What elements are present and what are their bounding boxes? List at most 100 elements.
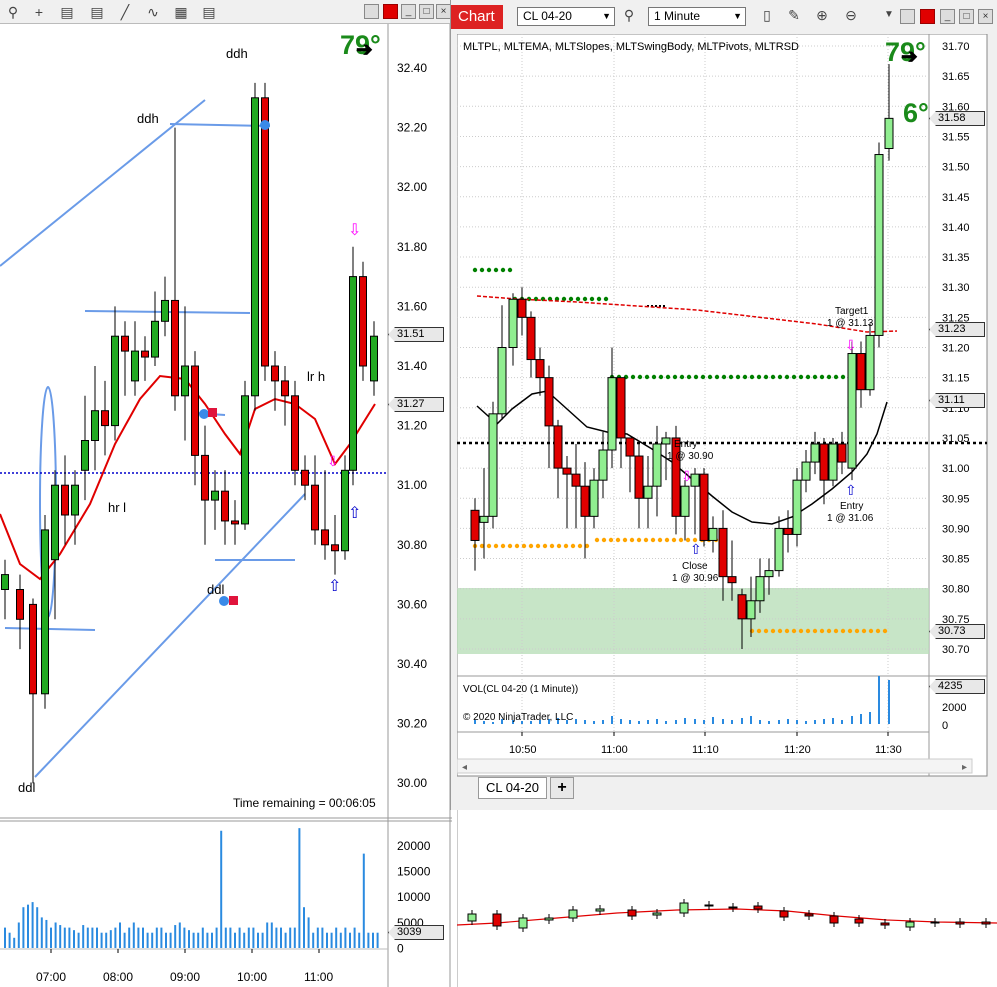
dropdown-arrow-icon[interactable]: ▼ bbox=[880, 6, 898, 24]
pivot-dot bbox=[749, 374, 755, 380]
ddh-left-label: ddh bbox=[137, 111, 159, 126]
buy-arrow-icon: ⇧ bbox=[690, 541, 702, 557]
up-candle bbox=[488, 413, 498, 517]
down-candle bbox=[580, 485, 590, 517]
add-tab-button[interactable]: + bbox=[550, 777, 574, 799]
line-draw-icon[interactable]: ╱ bbox=[116, 3, 134, 21]
bottom-right-mini-chart[interactable] bbox=[457, 810, 997, 987]
buy-arrow-icon: ⇧ bbox=[348, 505, 361, 522]
up-candle bbox=[370, 335, 378, 382]
down-candle bbox=[783, 527, 793, 535]
pivot-dot bbox=[507, 543, 513, 549]
down-candle bbox=[616, 377, 626, 439]
up-candle bbox=[251, 97, 259, 397]
chart-price-axis-label: 31.35 bbox=[942, 252, 970, 264]
sell-arrow-icon: ⇩ bbox=[845, 337, 857, 353]
chart-time-axis-label: 11:30 bbox=[875, 744, 902, 756]
ddh-top-label: ddh bbox=[226, 46, 248, 61]
down-candle bbox=[837, 443, 847, 463]
up-candle bbox=[755, 576, 765, 602]
down-candle bbox=[856, 353, 866, 391]
pivot-dot bbox=[575, 296, 581, 302]
up-candle bbox=[589, 479, 599, 517]
up-candle bbox=[764, 570, 774, 578]
down-candle bbox=[634, 455, 644, 499]
down-candle bbox=[331, 544, 339, 552]
pivot-dot bbox=[658, 374, 664, 380]
pivot-dot bbox=[791, 628, 797, 634]
up-candle bbox=[211, 490, 219, 501]
bar-type-icon[interactable]: ▯ bbox=[758, 6, 776, 24]
chart-maximize-button[interactable]: □ bbox=[959, 9, 974, 24]
scroll-icon[interactable]: ▤ bbox=[200, 3, 218, 21]
zoom-in-icon[interactable]: ⊕ bbox=[813, 6, 831, 24]
strategy-icon[interactable]: ∿ bbox=[144, 3, 162, 21]
up-candle bbox=[595, 908, 605, 912]
chart-window-plot[interactable]: 31.7031.6531.6031.5531.5031.4531.4031.35… bbox=[457, 34, 997, 779]
pivot-dot bbox=[596, 296, 602, 302]
pivot-dot bbox=[861, 628, 867, 634]
sell-arrow-icon: ⇩ bbox=[348, 222, 361, 239]
down-candle bbox=[517, 298, 527, 318]
pivot-dot bbox=[798, 628, 804, 634]
target-title: Target1 bbox=[835, 306, 869, 317]
down-candle bbox=[301, 469, 309, 486]
lr-h-label: lr h bbox=[307, 369, 326, 384]
chart-time-axis-label: 10:50 bbox=[509, 744, 537, 756]
left-link-button[interactable] bbox=[383, 4, 398, 19]
down-candle bbox=[231, 520, 239, 525]
down-candle bbox=[718, 527, 728, 578]
pivot-dot bbox=[749, 628, 755, 634]
left-close-button[interactable]: × bbox=[436, 4, 451, 19]
pivot-dot bbox=[637, 374, 643, 380]
instrument-selector[interactable]: CL 04-20 bbox=[517, 7, 615, 26]
pivot-dot bbox=[657, 537, 663, 543]
chart-price-axis-label: 30.85 bbox=[942, 554, 970, 566]
pivot-dot bbox=[479, 267, 485, 273]
pivot-dot-marker bbox=[260, 120, 270, 130]
search-icon[interactable]: ⚲ bbox=[620, 6, 638, 24]
left-minimize-button[interactable]: _ bbox=[401, 4, 416, 19]
left-maximize-button[interactable]: □ bbox=[419, 4, 434, 19]
chart-price-axis-label: 30.95 bbox=[942, 493, 970, 505]
pivot-dot bbox=[763, 374, 769, 380]
pivot-dot bbox=[791, 374, 797, 380]
up-candle bbox=[874, 154, 884, 336]
left-time-axis-label: 11:00 bbox=[304, 970, 333, 984]
up-candle bbox=[568, 909, 578, 919]
left-price-axis-label: 30.60 bbox=[397, 597, 427, 611]
up-candle bbox=[680, 485, 690, 517]
chart-link-button[interactable] bbox=[920, 9, 935, 24]
chart-price-axis-label: 30.80 bbox=[942, 584, 970, 596]
drawing-tool-icon[interactable]: ✎ bbox=[785, 6, 803, 24]
interval-selector[interactable]: 1 Minute bbox=[648, 7, 746, 26]
chart-volume-axis-label: 2000 bbox=[942, 702, 966, 714]
pivot-dot bbox=[615, 537, 621, 543]
pivot-dot bbox=[664, 537, 670, 543]
instrument-tab[interactable]: CL 04-20 bbox=[478, 777, 547, 799]
pivot-dot bbox=[854, 628, 860, 634]
pivot-dot bbox=[686, 374, 692, 380]
chart-price-axis-label: 31.00 bbox=[942, 463, 970, 475]
down-candle bbox=[535, 359, 545, 379]
chart-window-tab[interactable]: Chart bbox=[451, 5, 503, 29]
left-price-axis-label: 31.60 bbox=[397, 299, 427, 313]
pivot-dot bbox=[798, 374, 804, 380]
properties-icon[interactable]: ▤ bbox=[88, 3, 106, 21]
up-candle bbox=[652, 912, 662, 916]
buy-arrow-icon: ⇧ bbox=[845, 482, 857, 498]
down-candle bbox=[737, 594, 747, 620]
pivot-dot bbox=[629, 537, 635, 543]
data-box-icon[interactable]: ▤ bbox=[58, 3, 76, 21]
left-tile-button[interactable] bbox=[364, 4, 379, 19]
pivot-dot bbox=[805, 628, 811, 634]
chart-tile-button[interactable] bbox=[900, 9, 915, 24]
crosshair-icon[interactable]: + bbox=[30, 3, 48, 21]
chart-time-axis-label: 11:20 bbox=[784, 744, 811, 756]
left-price-chart[interactable]: 32.40 32.20 32.00 31.80 31.60 31.40 31.20 31.00… bbox=[0, 24, 452, 987]
zoom-out-icon[interactable]: ⊖ bbox=[842, 6, 860, 24]
bar-spacing-icon[interactable]: ▦ bbox=[172, 3, 190, 21]
chart-minimize-button[interactable]: _ bbox=[940, 9, 955, 24]
zoom-icon[interactable]: ⚲ bbox=[4, 3, 22, 21]
chart-close-button[interactable]: × bbox=[978, 9, 993, 24]
